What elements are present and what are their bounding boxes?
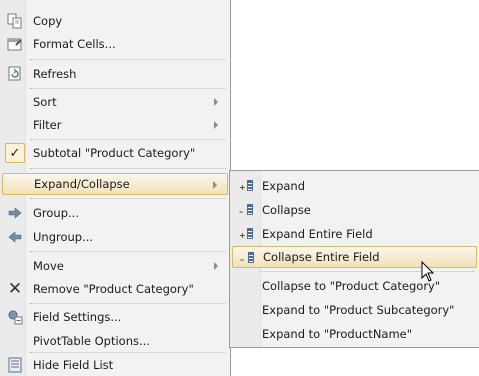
checkmark-icon: ✓ xyxy=(5,143,25,163)
menu-item-refresh[interactable]: Refresh xyxy=(2,63,228,85)
field-list-icon xyxy=(6,356,24,374)
menu-separator xyxy=(30,88,226,89)
collapse-icon: – xyxy=(236,201,256,219)
format-cells-icon xyxy=(6,35,24,53)
menu-label: PivotTable Options... xyxy=(33,334,150,348)
ungroup-arrow-icon xyxy=(6,228,24,246)
menu-item-group[interactable]: Group... xyxy=(2,202,228,224)
menu-separator xyxy=(30,59,226,60)
menu-label: Move xyxy=(33,259,64,273)
menu-separator xyxy=(30,198,226,199)
menu-label: Expand xyxy=(262,179,306,193)
menu-item-field-settings[interactable]: Field Settings... xyxy=(2,306,228,328)
mouse-cursor-icon xyxy=(421,261,435,282)
submenu-arrow-icon xyxy=(214,121,218,129)
context-menu: Copy Format Cells... Refresh Sort Filter… xyxy=(0,0,231,376)
submenu-item-collapse-to-product-category[interactable]: Collapse to "Product Category" xyxy=(232,275,477,297)
menu-label: Refresh xyxy=(33,67,77,81)
menu-label: Filter xyxy=(33,118,62,132)
menu-separator xyxy=(260,271,475,272)
menu-label: Expand Entire Field xyxy=(262,227,373,241)
menu-separator xyxy=(30,352,226,353)
menu-item-move[interactable]: Move xyxy=(2,255,228,277)
menu-label: Expand to "Product Subcategory" xyxy=(262,303,455,317)
menu-separator xyxy=(30,251,226,252)
submenu-arrow-icon xyxy=(214,98,218,106)
menu-item-ungroup[interactable]: Ungroup... xyxy=(2,226,228,248)
copy-icon xyxy=(6,12,24,30)
expand-collapse-submenu: + Expand – Collapse + Expand Entire Fiel… xyxy=(229,170,479,348)
group-arrow-icon xyxy=(6,204,24,222)
menu-label: Subtotal "Product Category" xyxy=(33,146,196,160)
menu-label: Field Settings... xyxy=(33,310,122,324)
menu-item-expand-collapse[interactable]: Expand/Collapse xyxy=(2,173,228,195)
expand-icon: + xyxy=(236,177,256,195)
field-settings-icon xyxy=(6,308,24,326)
submenu-item-expand-to-productname[interactable]: Expand to "ProductName" xyxy=(232,323,477,345)
menu-label: Collapse Entire Field xyxy=(263,250,380,264)
menu-label: Ungroup... xyxy=(33,230,94,244)
menu-item-pivottable-options[interactable]: PivotTable Options... xyxy=(2,330,228,352)
menu-item-format-cells[interactable]: Format Cells... xyxy=(2,33,228,55)
menu-label: Expand to "ProductName" xyxy=(262,327,413,341)
menu-separator xyxy=(30,303,226,304)
menu-item-subtotal[interactable]: ✓ Subtotal "Product Category" xyxy=(2,142,228,164)
menu-label: Collapse to "Product Category" xyxy=(262,279,441,293)
submenu-arrow-icon xyxy=(214,262,218,270)
submenu-item-expand[interactable]: + Expand xyxy=(232,175,477,197)
menu-label: Sort xyxy=(33,95,57,109)
menu-label: Format Cells... xyxy=(33,37,116,51)
menu-label: Group... xyxy=(33,206,79,220)
menu-item-sort[interactable]: Sort xyxy=(2,91,228,113)
menu-label: Remove "Product Category" xyxy=(33,282,194,296)
submenu-item-expand-entire-field[interactable]: + Expand Entire Field xyxy=(232,223,477,245)
submenu-item-collapse-entire-field[interactable]: – Collapse Entire Field xyxy=(232,246,477,268)
collapse-field-icon: – xyxy=(237,249,257,267)
remove-x-icon: ✕ xyxy=(7,279,23,299)
menu-item-hide-field-list[interactable]: Hide Field List xyxy=(2,354,228,376)
menu-label: Hide Field List xyxy=(33,358,114,372)
submenu-arrow-icon xyxy=(213,181,217,189)
menu-label: Collapse xyxy=(262,203,311,217)
menu-item-copy[interactable]: Copy xyxy=(2,10,228,32)
submenu-item-expand-to-product-subcategory[interactable]: Expand to "Product Subcategory" xyxy=(232,299,477,321)
menu-separator xyxy=(30,139,226,140)
menu-item-remove[interactable]: ✕ Remove "Product Category" xyxy=(2,278,228,300)
expand-field-icon: + xyxy=(236,225,256,243)
menu-label: Expand/Collapse xyxy=(34,177,130,191)
menu-separator xyxy=(30,168,226,169)
refresh-icon xyxy=(6,65,24,83)
menu-label: Copy xyxy=(33,14,63,28)
submenu-item-collapse[interactable]: – Collapse xyxy=(232,199,477,221)
menu-item-filter[interactable]: Filter xyxy=(2,114,228,136)
